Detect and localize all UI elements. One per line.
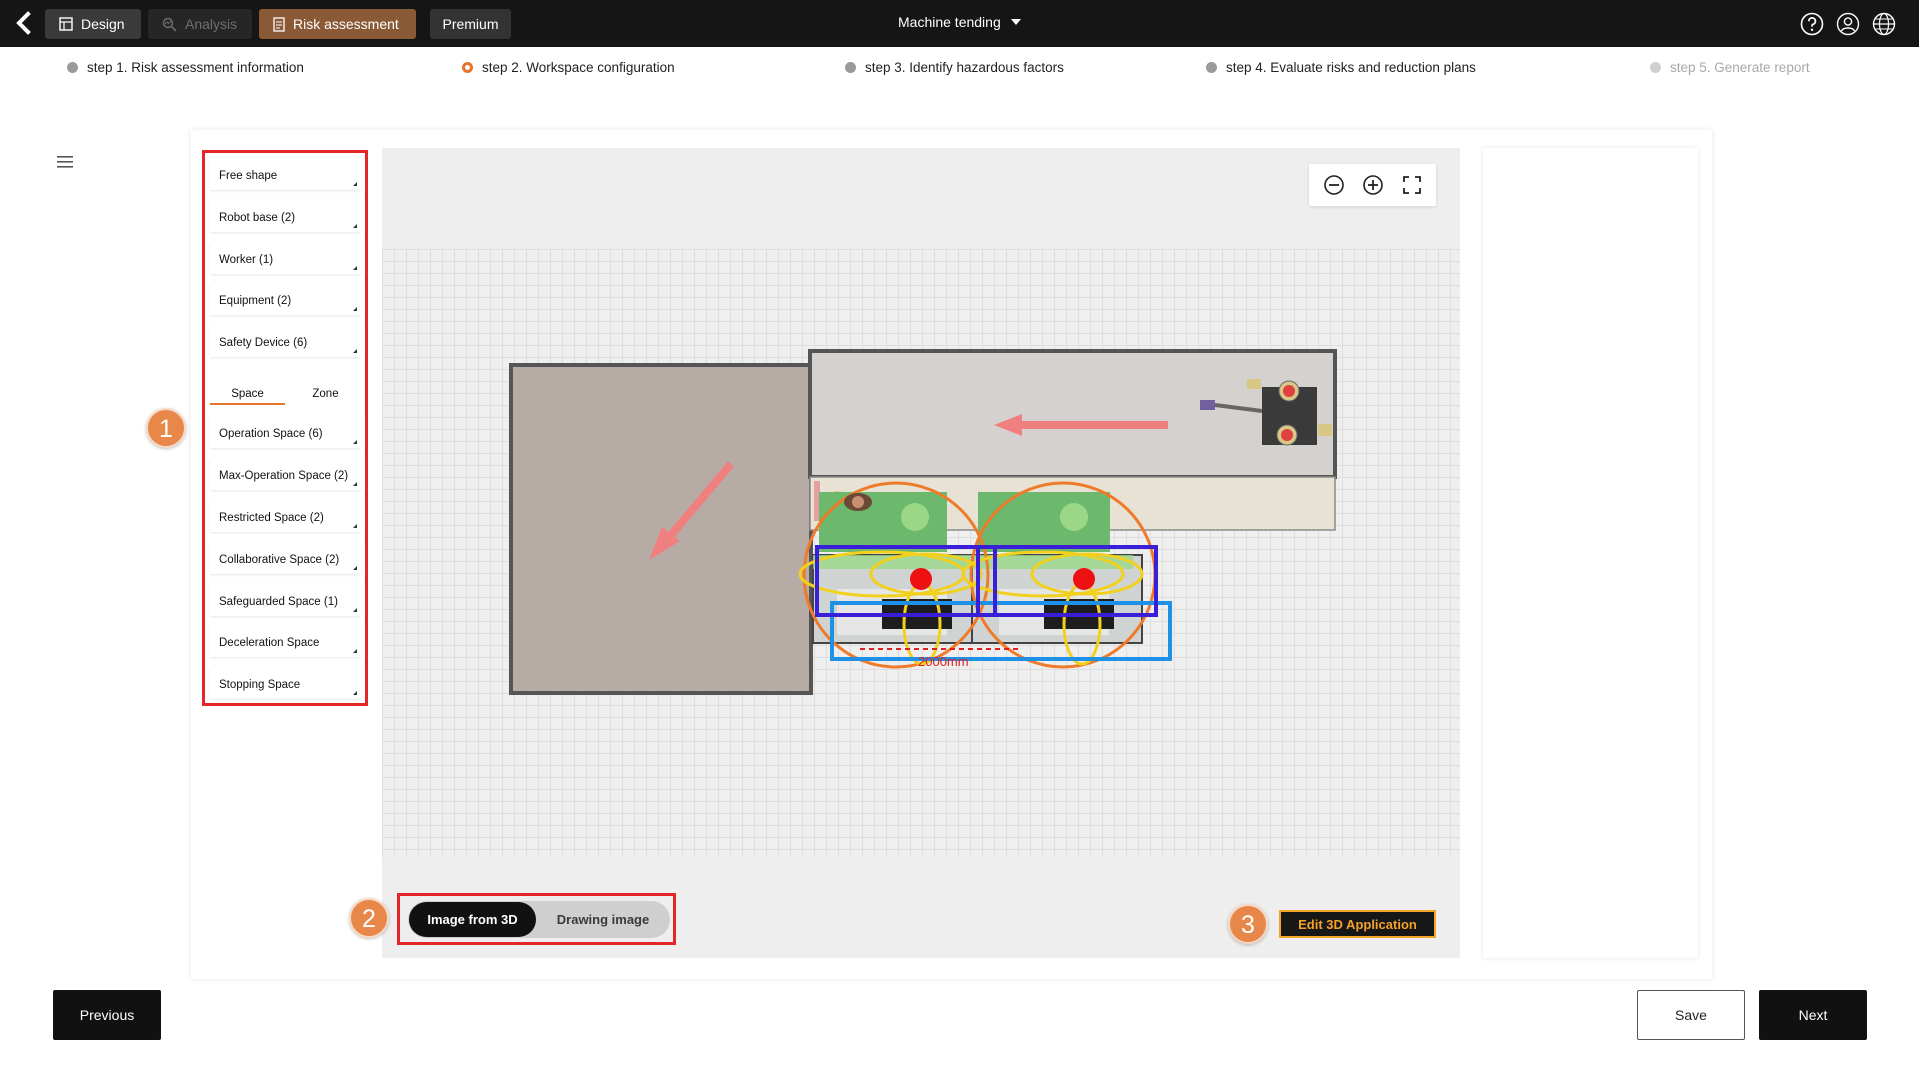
palette-deceleration-space[interactable]: Deceleration Space <box>210 625 361 657</box>
palette-item-label: Equipment (2) <box>219 295 292 307</box>
design-icon <box>59 17 73 31</box>
step-2[interactable]: step 2. Workspace configuration <box>462 60 675 75</box>
palette-safeguarded-space[interactable]: Safeguarded Space (1) <box>210 584 361 616</box>
tab-zone-label: Zone <box>312 388 339 400</box>
drawing-image-option[interactable]: Drawing image <box>538 902 668 937</box>
palette-item-label: Safety Device (6) <box>219 337 308 349</box>
step-status-dot <box>1206 62 1217 73</box>
palette-worker[interactable]: Worker (1) <box>210 242 361 274</box>
palette-free-shape[interactable]: Free shape <box>210 158 361 190</box>
callout-badge-2: 2 <box>349 898 389 938</box>
palette-item-label: Collaborative Space (2) <box>219 554 340 566</box>
back-arrow-icon[interactable] <box>14 11 36 35</box>
palette-collaborative-space[interactable]: Collaborative Space (2) <box>210 542 361 574</box>
fullscreen-icon[interactable] <box>1400 173 1424 197</box>
palette-equipment[interactable]: Equipment (2) <box>210 283 361 315</box>
project-selector[interactable]: Machine tending <box>898 14 1021 30</box>
palette-item-label: Operation Space (6) <box>219 428 323 440</box>
palette-item-label: Free shape <box>219 170 278 182</box>
callout-badge-1: 1 <box>146 408 186 448</box>
palette-operation-space[interactable]: Operation Space (6) <box>210 416 361 448</box>
palette-max-operation-space[interactable]: Max-Operation Space (2) <box>210 458 361 490</box>
globe-icon[interactable] <box>1872 12 1896 36</box>
palette-item-label: Robot base (2) <box>219 212 296 224</box>
element-palette: Free shape Robot base (2) Worker (1) Equ… <box>202 150 368 706</box>
image-from-3d-option[interactable]: Image from 3D <box>409 902 536 937</box>
chevron-down-icon <box>1010 19 1021 25</box>
zoom-out-icon[interactable] <box>1322 173 1346 197</box>
step-5-label: step 5. Generate report <box>1670 60 1810 75</box>
dimension-label: 2000mm <box>918 654 969 669</box>
previous-button[interactable]: Previous <box>53 990 161 1040</box>
zoom-controls <box>1309 164 1436 206</box>
tab-design[interactable]: Design <box>45 9 141 39</box>
user-icon[interactable] <box>1836 12 1860 36</box>
next-button[interactable]: Next <box>1759 990 1867 1040</box>
step-1-label: step 1. Risk assessment information <box>87 60 304 75</box>
tab-space[interactable]: Space <box>210 383 285 405</box>
step-4[interactable]: step 4. Evaluate risks and reduction pla… <box>1206 60 1476 75</box>
palette-item-label: Deceleration Space <box>219 637 320 649</box>
tab-risk-assessment[interactable]: Risk assessment <box>259 9 416 39</box>
tab-premium-label: Premium <box>442 16 499 32</box>
tab-space-label: Space <box>231 388 264 400</box>
palette-robot-base[interactable]: Robot base (2) <box>210 200 361 232</box>
tab-design-label: Design <box>81 16 125 32</box>
palette-item-label: Max-Operation Space (2) <box>219 470 349 482</box>
step-status-dot <box>1650 62 1661 73</box>
step-3[interactable]: step 3. Identify hazardous factors <box>845 60 1064 75</box>
project-name: Machine tending <box>898 14 1001 30</box>
edit-3d-application-button[interactable]: Edit 3D Application <box>1279 910 1436 938</box>
step-1[interactable]: step 1. Risk assessment information <box>67 60 304 75</box>
palette-item-label: Safeguarded Space (1) <box>219 596 338 608</box>
palette-safety-device[interactable]: Safety Device (6) <box>210 325 361 357</box>
palette-restricted-space[interactable]: Restricted Space (2) <box>210 500 361 532</box>
hamburger-menu-icon[interactable] <box>57 155 73 169</box>
properties-panel <box>1483 148 1698 958</box>
tab-risk-assessment-label: Risk assessment <box>293 16 399 32</box>
step-3-label: step 3. Identify hazardous factors <box>865 60 1064 75</box>
analysis-icon <box>162 17 177 32</box>
zoom-in-icon[interactable] <box>1361 173 1385 197</box>
tab-zone[interactable]: Zone <box>288 383 363 405</box>
palette-item-label: Stopping Space <box>219 679 301 691</box>
document-icon <box>273 16 285 32</box>
step-5: step 5. Generate report <box>1650 60 1810 75</box>
save-button[interactable]: Save <box>1637 990 1745 1040</box>
tab-analysis-label: Analysis <box>185 16 238 32</box>
palette-item-label: Worker (1) <box>219 254 274 266</box>
tab-analysis[interactable]: Analysis <box>148 9 252 39</box>
callout-badge-3: 3 <box>1228 904 1268 944</box>
step-status-dot <box>67 62 78 73</box>
step-2-label: step 2. Workspace configuration <box>482 60 675 75</box>
tab-premium[interactable]: Premium <box>430 9 511 39</box>
step-4-label: step 4. Evaluate risks and reduction pla… <box>1226 60 1476 75</box>
palette-item-label: Restricted Space (2) <box>219 512 324 524</box>
top-bar: Design Analysis Risk assessment Premium … <box>0 0 1919 47</box>
help-icon[interactable] <box>1800 12 1824 36</box>
workcell-layout-image[interactable]: 2000mm <box>382 249 1460 857</box>
palette-stopping-space[interactable]: Stopping Space <box>210 667 361 699</box>
step-active-dot <box>462 62 473 73</box>
step-status-dot <box>845 62 856 73</box>
